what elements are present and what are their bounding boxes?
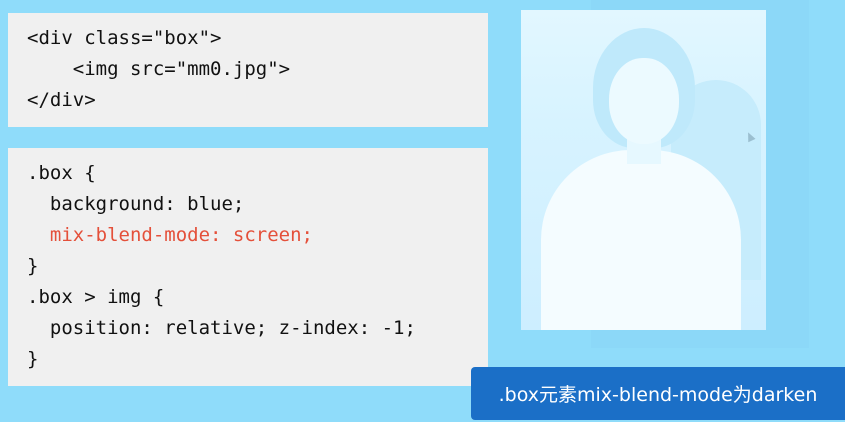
blended-photo [521, 10, 766, 330]
html-code-panel: <div class="box"> <img src="mm0.jpg"> </… [8, 13, 488, 127]
photo-shirt [541, 150, 741, 330]
caption-banner: .box元素mix-blend-mode为darken [471, 367, 845, 420]
code-line: <div class="box"> [27, 27, 222, 49]
code-line: </div> [27, 89, 96, 111]
code-line: background: blue; [27, 193, 245, 215]
css-code-panel: .box { background: blue; mix-blend-mode:… [8, 148, 488, 386]
code-line: <img src="mm0.jpg"> [27, 58, 291, 80]
code-line: .box > img { [27, 286, 165, 308]
code-line: } [27, 255, 39, 277]
photo-face [609, 58, 679, 144]
code-line: } [27, 348, 39, 370]
code-line: .box { [27, 162, 96, 184]
code-line-highlighted: mix-blend-mode: screen; [27, 224, 313, 246]
code-line: position: relative; z-index: -1; [27, 317, 416, 339]
